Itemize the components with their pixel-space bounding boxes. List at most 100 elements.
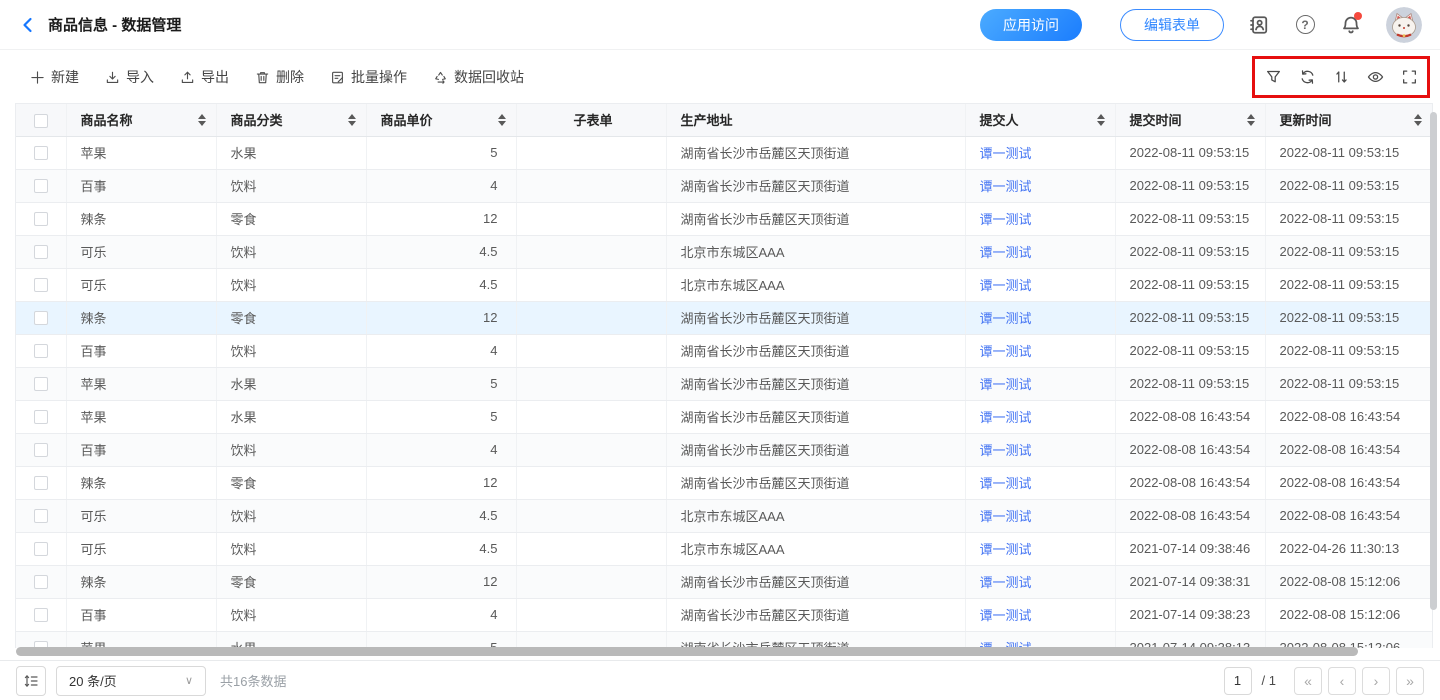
table-row[interactable]: 可乐饮料4.5北京市东城区AAA谭一测试2021-07-14 09:38:462… xyxy=(16,532,1432,565)
table-row[interactable]: 辣条零食12湖南省长沙市岳麓区天顶街道谭一测试2021-07-14 09:38:… xyxy=(16,565,1432,598)
table-row[interactable]: 苹果水果5湖南省长沙市岳麓区天顶街道谭一测试2022-08-11 09:53:1… xyxy=(16,367,1432,400)
sort-carets-icon[interactable] xyxy=(1097,114,1105,126)
cell-subform xyxy=(516,268,666,301)
table-row[interactable]: 百事饮料4湖南省长沙市岳麓区天顶街道谭一测试2021-07-14 09:38:2… xyxy=(16,598,1432,631)
cell-update_time: 2022-08-11 09:53:15 xyxy=(1265,169,1432,202)
delete-button[interactable]: 删除 xyxy=(255,67,304,87)
table-row[interactable]: 百事饮料4湖南省长沙市岳麓区天顶街道谭一测试2022-08-11 09:53:1… xyxy=(16,334,1432,367)
table-row[interactable]: 苹果水果5湖南省长沙市岳麓区天顶街道谭一测试2022-08-08 16:43:5… xyxy=(16,400,1432,433)
select-all-checkbox[interactable] xyxy=(34,114,48,128)
column-header-submit_time[interactable]: 提交时间 xyxy=(1115,104,1265,136)
export-button[interactable]: 导出 xyxy=(180,67,229,87)
cell-submitter[interactable]: 谭一测试 xyxy=(965,499,1115,532)
row-checkbox[interactable] xyxy=(34,212,48,226)
cell-subform xyxy=(516,499,666,532)
cell-submitter[interactable]: 谭一测试 xyxy=(965,169,1115,202)
row-checkbox[interactable] xyxy=(34,179,48,193)
sort-carets-icon[interactable] xyxy=(348,114,356,126)
row-checkbox[interactable] xyxy=(34,146,48,160)
table-row[interactable]: 可乐饮料4.5北京市东城区AAA谭一测试2022-08-08 16:43:542… xyxy=(16,499,1432,532)
row-checkbox[interactable] xyxy=(34,311,48,325)
help-icon[interactable]: ? xyxy=(1294,14,1316,36)
sort-carets-icon[interactable] xyxy=(198,114,206,126)
cell-submitter[interactable]: 谭一测试 xyxy=(965,235,1115,268)
table-body: 苹果水果5湖南省长沙市岳麓区天顶街道谭一测试2022-08-11 09:53:1… xyxy=(16,136,1432,648)
visibility-icon[interactable] xyxy=(1367,69,1384,86)
delete-label: 删除 xyxy=(276,67,304,87)
back-icon[interactable] xyxy=(18,15,38,35)
sort-carets-icon[interactable] xyxy=(1414,114,1422,126)
cell-submitter[interactable]: 谭一测试 xyxy=(965,136,1115,169)
next-page-button[interactable]: › xyxy=(1362,667,1390,695)
column-header-category[interactable]: 商品分类 xyxy=(216,104,366,136)
row-checkbox[interactable] xyxy=(34,278,48,292)
cell-submitter[interactable]: 谭一测试 xyxy=(965,334,1115,367)
table-row[interactable]: 辣条零食12湖南省长沙市岳麓区天顶街道谭一测试2022-08-08 16:43:… xyxy=(16,466,1432,499)
table-row[interactable]: 苹果水果5湖南省长沙市岳麓区天顶街道谭一测试2022-08-11 09:53:1… xyxy=(16,136,1432,169)
row-checkbox[interactable] xyxy=(34,542,48,556)
last-page-button[interactable]: » xyxy=(1396,667,1424,695)
cell-submit_time: 2022-08-11 09:53:15 xyxy=(1115,169,1265,202)
cell-submitter[interactable]: 谭一测试 xyxy=(965,367,1115,400)
fullscreen-icon[interactable] xyxy=(1401,69,1418,86)
column-header-update_time[interactable]: 更新时间 xyxy=(1265,104,1432,136)
table-row[interactable]: 百事饮料4湖南省长沙市岳麓区天顶街道谭一测试2022-08-11 09:53:1… xyxy=(16,169,1432,202)
table-row[interactable]: 可乐饮料4.5北京市东城区AAA谭一测试2022-08-11 09:53:152… xyxy=(16,235,1432,268)
cell-submitter[interactable]: 谭一测试 xyxy=(965,565,1115,598)
row-height-button[interactable] xyxy=(16,666,46,696)
cell-submitter[interactable]: 谭一测试 xyxy=(965,268,1115,301)
cell-submit_time: 2022-08-08 16:43:54 xyxy=(1115,499,1265,532)
row-checkbox[interactable] xyxy=(34,509,48,523)
cell-submitter[interactable]: 谭一测试 xyxy=(965,466,1115,499)
cell-submitter[interactable]: 谭一测试 xyxy=(965,202,1115,235)
cell-category: 饮料 xyxy=(216,433,366,466)
column-header-name[interactable]: 商品名称 xyxy=(66,104,216,136)
sort-carets-icon[interactable] xyxy=(498,114,506,126)
table-row[interactable]: 辣条零食12湖南省长沙市岳麓区天顶街道谭一测试2022-08-11 09:53:… xyxy=(16,202,1432,235)
cell-submitter[interactable]: 谭一测试 xyxy=(965,400,1115,433)
cell-submitter[interactable]: 谭一测试 xyxy=(965,301,1115,334)
cell-submitter[interactable]: 谭一测试 xyxy=(965,598,1115,631)
row-checkbox[interactable] xyxy=(34,410,48,424)
bell-icon[interactable] xyxy=(1340,14,1362,36)
cell-address: 湖南省长沙市岳麓区天顶街道 xyxy=(666,466,965,499)
table-row[interactable]: 可乐饮料4.5北京市东城区AAA谭一测试2022-08-11 09:53:152… xyxy=(16,268,1432,301)
column-header-price[interactable]: 商品单价 xyxy=(366,104,516,136)
refresh-icon[interactable] xyxy=(1299,69,1316,86)
import-button[interactable]: 导入 xyxy=(105,67,154,87)
avatar[interactable] xyxy=(1386,7,1422,43)
row-checkbox[interactable] xyxy=(34,575,48,589)
sort-icon[interactable] xyxy=(1333,69,1350,86)
table-row[interactable]: 百事饮料4湖南省长沙市岳麓区天顶街道谭一测试2022-08-08 16:43:5… xyxy=(16,433,1432,466)
row-checkbox[interactable] xyxy=(34,608,48,622)
sort-carets-icon[interactable] xyxy=(1247,114,1255,126)
table-row[interactable]: 辣条零食12湖南省长沙市岳麓区天顶街道谭一测试2022-08-11 09:53:… xyxy=(16,301,1432,334)
cell-category: 水果 xyxy=(216,631,366,648)
new-button[interactable]: 新建 xyxy=(30,67,79,87)
recycle-bin-button[interactable]: 数据回收站 xyxy=(433,67,524,87)
app-access-button[interactable]: 应用访问 xyxy=(980,9,1082,41)
batch-operation-button[interactable]: 批量操作 xyxy=(330,67,407,87)
row-checkbox[interactable] xyxy=(34,443,48,457)
vertical-scrollbar[interactable] xyxy=(1430,112,1437,610)
table-row[interactable]: 苹果水果5湖南省长沙市岳麓区天顶街道谭一测试2021-07-14 09:38:1… xyxy=(16,631,1432,648)
column-header-submitter[interactable]: 提交人 xyxy=(965,104,1115,136)
filter-icon[interactable] xyxy=(1265,69,1282,86)
prev-page-button[interactable]: ‹ xyxy=(1328,667,1356,695)
cell-subform xyxy=(516,136,666,169)
cell-address: 湖南省长沙市岳麓区天顶街道 xyxy=(666,367,965,400)
row-checkbox[interactable] xyxy=(34,377,48,391)
edit-form-button[interactable]: 编辑表单 xyxy=(1120,9,1224,41)
row-checkbox[interactable] xyxy=(34,476,48,490)
cell-category: 水果 xyxy=(216,400,366,433)
first-page-button[interactable]: « xyxy=(1294,667,1322,695)
row-checkbox[interactable] xyxy=(34,245,48,259)
row-checkbox[interactable] xyxy=(34,344,48,358)
cell-submitter[interactable]: 谭一测试 xyxy=(965,433,1115,466)
cell-submitter[interactable]: 谭一测试 xyxy=(965,631,1115,648)
horizontal-scrollbar[interactable] xyxy=(16,647,1358,656)
cell-submitter[interactable]: 谭一测试 xyxy=(965,532,1115,565)
page-size-select[interactable]: 20 条/页 ∨ xyxy=(56,666,206,696)
contacts-icon[interactable] xyxy=(1248,14,1270,36)
page-input[interactable] xyxy=(1224,667,1252,695)
